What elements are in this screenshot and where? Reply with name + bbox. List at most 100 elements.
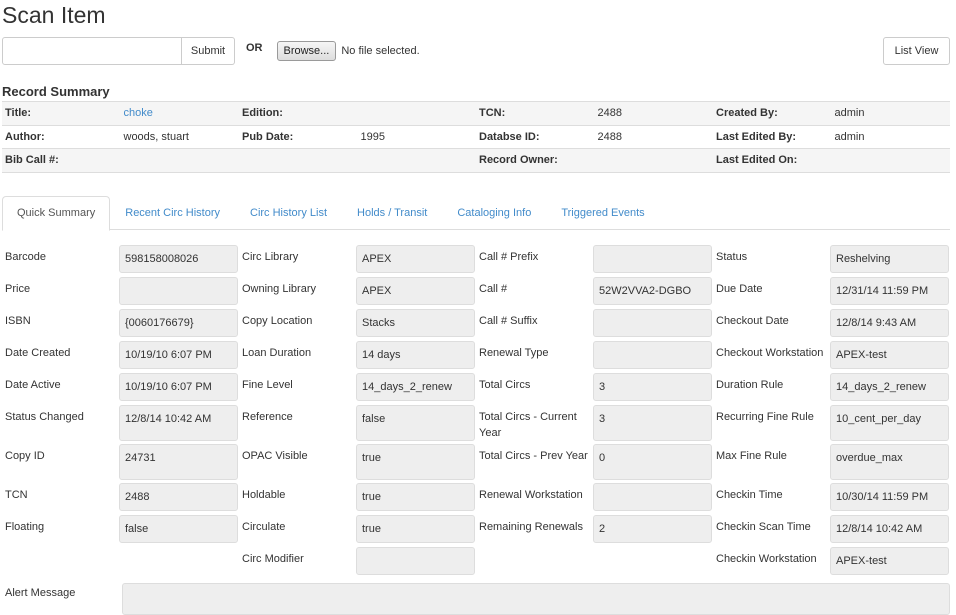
field-value: 14_days_2_renew: [830, 373, 949, 401]
field-fine-level: Fine Level 14_days_2_renew: [239, 373, 476, 401]
field-label: Total Circs - Prev Year: [479, 450, 588, 462]
barcode-input[interactable]: [2, 37, 182, 65]
field-label: [476, 547, 593, 575]
summary-value: woods, stuart: [120, 124, 239, 149]
summary-label: Databse ID:: [476, 124, 595, 149]
submit-button[interactable]: Submit: [182, 37, 235, 65]
field-row: Floating false Circulate true Remaining Rene…: [2, 515, 952, 547]
field-label: Checkin Workstation: [716, 553, 817, 565]
field-label: Call #: [479, 283, 508, 295]
summary-label: Author:: [2, 124, 121, 149]
record-summary-table: Title: choke Edition: TCN: 2488 Created By: ad…: [2, 101, 950, 173]
list-view-button[interactable]: List View: [883, 37, 950, 65]
summary-value: choke: [120, 101, 239, 125]
field-reference: Reference false: [239, 405, 476, 441]
field-label: Checkin Scan Time: [716, 521, 811, 533]
alert-message-row: Alert Message: [2, 583, 952, 615]
field-row: ISBN {0060176679} Copy Location Stacks Call …: [2, 309, 952, 341]
tab-recent-circ-history[interactable]: Recent Circ History: [110, 196, 235, 230]
field-label: OPAC Visible: [242, 450, 308, 462]
summary-value: [357, 148, 476, 173]
field-total-circs-current-year: Total Circs - Current Year 3: [476, 405, 713, 441]
field-label: Call # Suffix: [479, 315, 538, 327]
field-value: [356, 547, 475, 575]
summary-label: Record Owner:: [476, 148, 595, 173]
field-call-suffix: Call # Suffix: [476, 309, 713, 337]
summary-label: Edition:: [239, 101, 358, 125]
field-blank: [476, 547, 713, 575]
summary-label: Bib Call #:: [2, 148, 121, 173]
field-value: [593, 309, 712, 337]
field-renewal-type: Renewal Type: [476, 341, 713, 369]
field-row: Status Changed 12/8/14 10:42 AM Reference f…: [2, 405, 952, 444]
summary-value: admin: [831, 101, 950, 125]
field-value: {0060176679}: [119, 309, 238, 337]
alert-message-label: Alert Message: [5, 587, 76, 599]
field-value: overdue_max: [830, 444, 949, 480]
field-value: 10/19/10 6:07 PM: [119, 373, 238, 401]
field-checkout-workstation: Checkout Workstation APEX-test: [713, 341, 950, 369]
field-holdable: Holdable true: [239, 483, 476, 511]
field-row: Barcode 598158008026 Circ Library APEX Call …: [2, 245, 952, 277]
field-value: APEX-test: [830, 547, 949, 575]
summary-label: Last Edited By:: [713, 124, 832, 149]
summary-value: [831, 148, 950, 173]
field-renewal-workstation: Renewal Workstation: [476, 483, 713, 511]
field-value: 10/30/14 11:59 PM: [830, 483, 949, 511]
summary-row: Title: choke Edition: TCN: 2488 Created By: ad…: [2, 101, 950, 125]
field-label: Circ Modifier: [242, 553, 304, 565]
field-label: Floating: [5, 521, 45, 533]
field-value: 598158008026: [119, 245, 238, 273]
field-label: TCN: [5, 489, 28, 501]
summary-value: 2488: [594, 124, 713, 149]
field-value: [593, 483, 712, 511]
field-value: Reshelving: [830, 245, 949, 273]
summary-value: admin: [831, 124, 950, 149]
title-link[interactable]: choke: [124, 107, 153, 119]
field-row: Date Created 10/19/10 6:07 PM Loan Duratio…: [2, 341, 952, 373]
field-value: APEX: [356, 245, 475, 273]
field-checkin-time: Checkin Time 10/30/14 11:59 PM: [713, 483, 950, 511]
field-copy-id: Copy ID 24731: [2, 444, 239, 480]
field-value: false: [356, 405, 475, 441]
field-label: Checkin Time: [716, 489, 783, 501]
field-value: 2: [593, 515, 712, 543]
summary-value: [120, 148, 239, 173]
summary-row: Author: woods, stuart Pub Date: 1995 Databse…: [2, 124, 950, 149]
field-duration-rule: Duration Rule 14_days_2_renew: [713, 373, 950, 401]
scan-form: Submit OR Browse... No file selected.: [2, 37, 420, 65]
field-value: [119, 277, 238, 305]
field-label: Price: [5, 283, 31, 295]
field-value: [593, 341, 712, 369]
field-label: Recurring Fine Rule: [716, 411, 814, 423]
field-row: Price Owning Library APEX Call # 52W2VVA2-DG…: [2, 277, 952, 309]
field-value: false: [119, 515, 238, 543]
summary-label: Last Edited On:: [713, 148, 832, 173]
summary-label: Created By:: [713, 101, 832, 125]
tab-triggered-events[interactable]: Triggered Events: [546, 196, 659, 230]
field-row: Circ Modifier Checkin Workstation APEX-tes…: [2, 547, 952, 579]
field-label: Checkout Workstation: [716, 347, 824, 359]
tab-cataloging-info[interactable]: Cataloging Info: [442, 196, 546, 230]
field-value: 2488: [119, 483, 238, 511]
tab-holds-transit[interactable]: Holds / Transit: [342, 196, 442, 230]
field-price: Price: [2, 277, 239, 305]
field-label: Total Circs: [479, 379, 531, 391]
field-value: 12/8/14 10:42 AM: [830, 515, 949, 543]
field-value: Stacks: [356, 309, 475, 337]
field-row: Date Active 10/19/10 6:07 PM Fine Level 14_…: [2, 373, 952, 405]
field-value: 10/19/10 6:07 PM: [119, 341, 238, 369]
browse-button[interactable]: Browse...: [276, 41, 337, 61]
field-label: Copy ID: [5, 450, 45, 462]
tab-quick-summary[interactable]: Quick Summary: [2, 196, 111, 231]
field-value: 0: [593, 444, 712, 480]
field-status: Status Reshelving: [713, 245, 950, 273]
field-date-active: Date Active 10/19/10 6:07 PM: [2, 373, 239, 401]
field-label: Call # Prefix: [479, 251, 539, 263]
field-value: 12/8/14 9:43 AM: [830, 309, 949, 337]
field-label: Date Active: [5, 379, 61, 391]
tab-circ-history-list[interactable]: Circ History List: [235, 196, 342, 230]
summary-value: [357, 101, 476, 125]
field-label: Checkout Date: [716, 315, 789, 327]
field-label: Total Circs - Current Year: [479, 411, 577, 439]
